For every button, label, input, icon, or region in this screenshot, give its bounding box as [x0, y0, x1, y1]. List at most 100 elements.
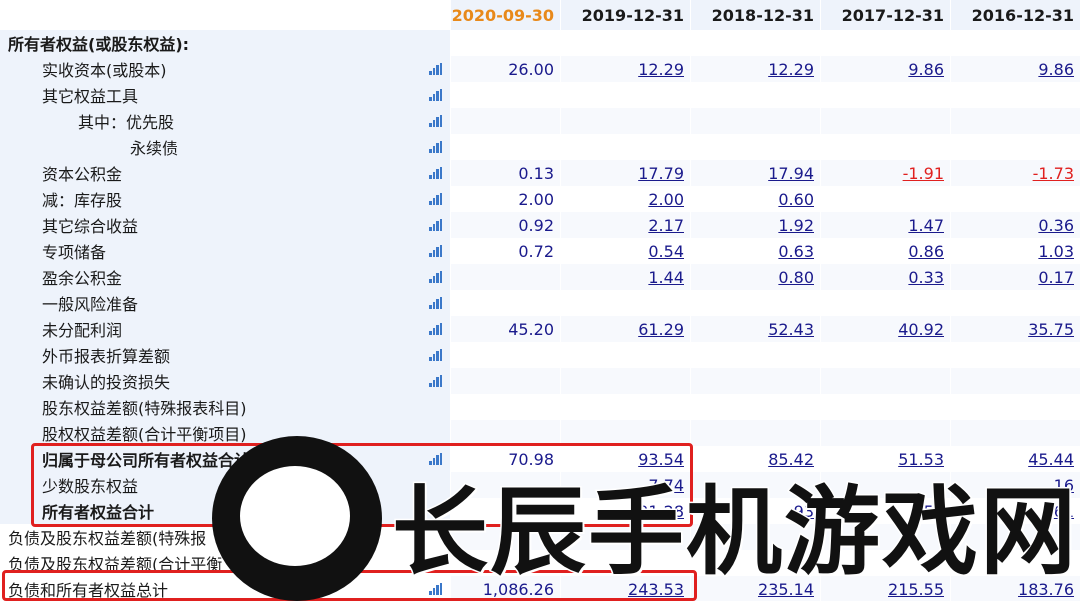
bar-chart-icon[interactable]	[429, 167, 442, 179]
value-link[interactable]: 1.47	[908, 216, 944, 235]
value-cell	[690, 420, 820, 446]
value-cell	[820, 550, 950, 576]
row-label-cell: 少数股东权益	[0, 472, 450, 498]
value-link[interactable]: 93.54	[638, 450, 684, 469]
value-cell: 9.86	[950, 56, 1080, 82]
value-link[interactable]: 1.03	[1038, 242, 1074, 261]
value-link[interactable]: 7.74	[648, 476, 684, 495]
value-cell	[950, 82, 1080, 108]
row-label-cell: 所有者权益(或股东权益):	[0, 30, 450, 56]
bar-chart-icon[interactable]	[429, 245, 442, 257]
value-link[interactable]: 235.14	[758, 580, 814, 599]
row-label: 外币报表折算差额	[42, 347, 171, 366]
value-cell: 0.17	[950, 264, 1080, 290]
value-link[interactable]: 0.54	[648, 242, 684, 261]
value-link[interactable]: 61	[1054, 502, 1074, 521]
table-row: 专项储备 0.72 0.54 0.63 0.86 1.03	[0, 238, 1080, 264]
bar-chart-icon[interactable]	[429, 583, 442, 595]
value-link[interactable]: 2.17	[648, 216, 684, 235]
row-label: 盈余公积金	[42, 269, 123, 288]
value-link[interactable]: 52.43	[768, 320, 814, 339]
value-link[interactable]: 51.53	[898, 450, 944, 469]
bar-chart-icon[interactable]	[429, 89, 442, 101]
row-label-cell: 负债及股东权益差额(特殊报	[0, 524, 450, 550]
bar-chart-icon[interactable]	[429, 297, 442, 309]
table-row: 其中：优先股	[0, 108, 1080, 134]
value-link[interactable]: 0.36	[1038, 216, 1074, 235]
row-label: 负债及股东权益差额(合计平衡	[8, 555, 223, 574]
header-date-1[interactable]: 2019-12-31	[560, 0, 690, 30]
row-label: 股权权益差额(合计平衡项目)	[42, 425, 247, 444]
value-cell	[950, 394, 1080, 420]
value-link[interactable]: 17.94	[768, 164, 814, 183]
bar-chart-icon[interactable]	[429, 193, 442, 205]
value-link[interactable]: -1.73	[1033, 164, 1074, 183]
value-link[interactable]: 12.29	[768, 60, 814, 79]
row-label: 负债和所有者权益总计	[8, 581, 169, 600]
value-link[interactable]: 0.80	[778, 268, 814, 287]
value-link[interactable]: 2.00	[648, 190, 684, 209]
row-label: 一般风险准备	[42, 295, 139, 314]
bar-chart-icon[interactable]	[429, 219, 442, 231]
value-link[interactable]: 183.76	[1018, 580, 1074, 599]
value-link[interactable]: 12.29	[638, 60, 684, 79]
value-cell: 12.29	[560, 56, 690, 82]
value-cell: 16	[950, 472, 1080, 498]
row-label-cell: 实收资本(或股本)	[0, 56, 450, 82]
value-link[interactable]: 101.28	[628, 502, 684, 521]
bar-chart-icon[interactable]	[429, 349, 442, 361]
value-cell	[560, 368, 690, 394]
value-link[interactable]: 9.86	[908, 60, 944, 79]
value-link[interactable]: 1.44	[648, 268, 684, 287]
value-cell	[820, 290, 950, 316]
value-cell	[820, 524, 950, 550]
header-date-2[interactable]: 2018-12-31	[690, 0, 820, 30]
value-cell	[690, 550, 820, 576]
value-cell	[690, 524, 820, 550]
value-link[interactable]: 0.33	[908, 268, 944, 287]
value-link[interactable]: 85.42	[768, 450, 814, 469]
value-cell	[950, 342, 1080, 368]
bar-chart-icon[interactable]	[429, 271, 442, 283]
value-link[interactable]: -1.91	[903, 164, 944, 183]
bar-chart-icon[interactable]	[429, 63, 442, 75]
value-link[interactable]: 61.29	[638, 320, 684, 339]
bar-chart-icon[interactable]	[429, 115, 442, 127]
value-link[interactable]: 45.44	[1028, 450, 1074, 469]
value-link[interactable]: 16	[1054, 476, 1074, 495]
value-link[interactable]: 9.86	[1038, 60, 1074, 79]
value-cell: 26.00	[450, 56, 560, 82]
table-row: 负债和所有者权益总计 1,086.26 243.53 235.14 215.55 183.…	[0, 576, 1080, 601]
value-cell	[560, 524, 690, 550]
bar-chart-icon[interactable]	[429, 375, 442, 387]
header-date-4[interactable]: 2016-12-31	[950, 0, 1080, 30]
row-label-cell: 未分配利润	[0, 316, 450, 342]
value-link[interactable]: 243.53	[628, 580, 684, 599]
value-link[interactable]: 40.92	[898, 320, 944, 339]
value-cell: 61.29	[560, 316, 690, 342]
value-link[interactable]: 215.55	[888, 580, 944, 599]
value-link[interactable]: 35.75	[1028, 320, 1074, 339]
value-cell	[690, 30, 820, 56]
value-link[interactable]: 0.60	[778, 190, 814, 209]
bar-chart-icon[interactable]	[429, 141, 442, 153]
bar-chart-icon[interactable]	[429, 453, 442, 465]
value-link[interactable]: 0.17	[1038, 268, 1074, 287]
value-cell: 1.44	[560, 264, 690, 290]
value-link[interactable]: 93	[794, 502, 814, 521]
value-link[interactable]: 0.63	[778, 242, 814, 261]
value-link[interactable]: 1.92	[778, 216, 814, 235]
table-row: 股权权益差额(合计平衡项目)	[0, 420, 1080, 446]
value-link[interactable]: 59	[924, 502, 944, 521]
value-cell	[560, 420, 690, 446]
value-link[interactable]: 0.86	[908, 242, 944, 261]
row-label: 永续债	[130, 139, 179, 158]
header-date-0[interactable]: 2020-09-30	[450, 0, 560, 30]
value-cell: 2.17	[560, 212, 690, 238]
value-cell	[950, 524, 1080, 550]
table-row: 未确认的投资损失	[0, 368, 1080, 394]
row-label-cell: 资本公积金	[0, 160, 450, 186]
header-date-3[interactable]: 2017-12-31	[820, 0, 950, 30]
bar-chart-icon[interactable]	[429, 323, 442, 335]
value-link[interactable]: 17.79	[638, 164, 684, 183]
